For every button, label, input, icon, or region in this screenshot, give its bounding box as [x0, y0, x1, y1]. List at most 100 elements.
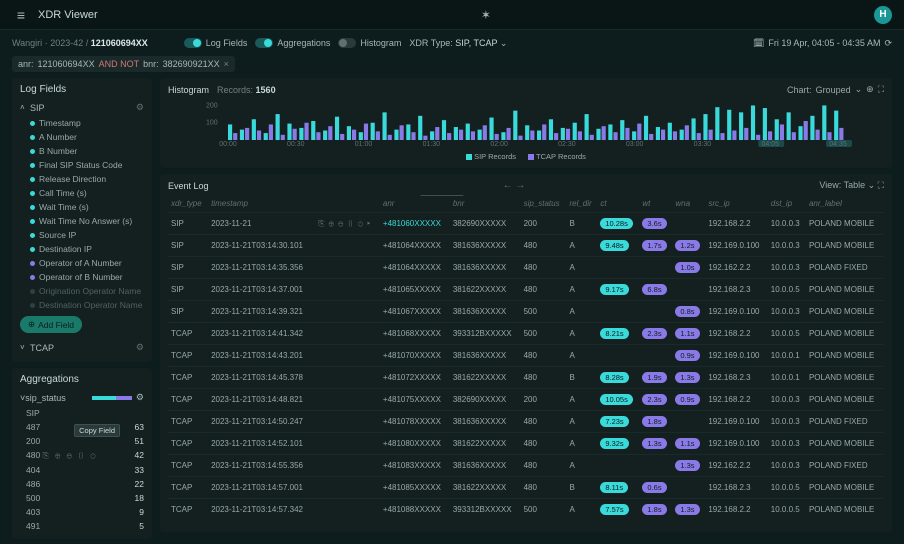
- col-wt[interactable]: wt: [639, 195, 672, 213]
- table-row[interactable]: SIP2023-11-21T03:14:37.001+481065XXXXX38…: [168, 279, 884, 301]
- field-item[interactable]: Operator of B Number: [20, 270, 144, 284]
- cell-actions[interactable]: [315, 389, 380, 411]
- avatar[interactable]: H: [874, 6, 892, 24]
- agg-row[interactable]: 480 ⎘ ⊕ ⊖ ▯ ⊙42: [20, 448, 144, 463]
- field-item[interactable]: Wait Time No Answer (s): [20, 214, 144, 228]
- agg-row[interactable]: 50018: [20, 491, 144, 505]
- col-timestamp[interactable]: timestamp: [208, 195, 315, 213]
- field-item[interactable]: Destination IP: [20, 242, 144, 256]
- table-row[interactable]: TCAP2023-11-21T03:14:48.821+481075XXXXX3…: [168, 389, 884, 411]
- cell-actions[interactable]: [315, 235, 380, 257]
- table-row[interactable]: TCAP2023-11-21T03:14:52.101+481080XXXXX3…: [168, 433, 884, 455]
- sip-section-head[interactable]: ˄SIP⚙: [20, 99, 144, 116]
- field-item[interactable]: Call Time (s): [20, 186, 144, 200]
- cell-actions[interactable]: [315, 433, 380, 455]
- agg-row[interactable]: 200Copy Field51: [20, 434, 144, 448]
- add-field-button[interactable]: ⊕Add Field: [20, 316, 82, 333]
- gear-icon[interactable]: ⚙: [136, 342, 144, 353]
- table-row[interactable]: TCAP2023-11-21T03:14:50.247+481078XXXXX3…: [168, 411, 884, 433]
- col-actions[interactable]: [315, 195, 380, 213]
- cell-actions[interactable]: [315, 301, 380, 323]
- cell-actions[interactable]: ⎘ ⊕ ⊖ ▯ ⊙ ▸: [315, 213, 380, 235]
- gear-icon[interactable]: ⚙: [136, 102, 144, 113]
- col-wna[interactable]: wna: [672, 195, 705, 213]
- table-row[interactable]: TCAP2023-11-21T03:14:55.356+481083XXXXX3…: [168, 455, 884, 477]
- field-item[interactable]: Timestamp: [20, 116, 144, 130]
- field-item[interactable]: Destination Operator Name: [20, 298, 144, 312]
- cell-wna: 1.1s: [672, 433, 705, 455]
- cell-wna: 1.1s: [672, 323, 705, 345]
- field-item[interactable]: Source IP: [20, 228, 144, 242]
- cell-actions[interactable]: [315, 477, 380, 499]
- cell-wna: 1.2s: [672, 235, 705, 257]
- menu-icon[interactable]: ≡: [12, 7, 30, 23]
- table-row[interactable]: SIP2023-11-21⎘ ⊕ ⊖ ▯ ⊙ ▸+481060XXXXX3826…: [168, 213, 884, 235]
- cell-rel-dir: A: [566, 345, 597, 367]
- expand-icon[interactable]: ⛶: [878, 180, 884, 190]
- agg-row[interactable]: 48622: [20, 477, 144, 491]
- refresh-icon[interactable]: ⟳: [884, 38, 892, 49]
- table-row[interactable]: TCAP2023-11-21T03:14:57.001+481085XXXXX3…: [168, 477, 884, 499]
- view-mode-dropdown[interactable]: View: Table ⌄ ⛶: [819, 180, 884, 191]
- agg-field-head[interactable]: ˅sip_status⚙: [20, 389, 144, 406]
- toggle-histogram[interactable]: Histogram: [338, 38, 401, 48]
- cell-actions[interactable]: [315, 411, 380, 433]
- field-item[interactable]: A Number: [20, 130, 144, 144]
- table-row[interactable]: TCAP2023-11-21T03:14:45.378+481072XXXXX3…: [168, 367, 884, 389]
- table-row[interactable]: TCAP2023-11-21T03:14:41.342+481068XXXXX3…: [168, 323, 884, 345]
- cell-actions[interactable]: [315, 257, 380, 279]
- col-bnr[interactable]: bnr: [450, 195, 521, 213]
- close-icon[interactable]: ×: [224, 59, 229, 69]
- cell-actions[interactable]: [315, 499, 380, 521]
- field-item[interactable]: Operator of A Number: [20, 256, 144, 270]
- pill-badge: 10.28s: [600, 218, 633, 229]
- col-sip_status[interactable]: sip_status: [521, 195, 567, 213]
- col-src_ip[interactable]: src_ip: [705, 195, 767, 213]
- col-xdr_type[interactable]: xdr_type: [168, 195, 208, 213]
- cell-wt: [639, 455, 672, 477]
- col-dst_ip[interactable]: dst_ip: [768, 195, 806, 213]
- field-item[interactable]: Origination Operator Name: [20, 284, 144, 298]
- svg-text:00:00: 00:00: [219, 141, 237, 147]
- table-row[interactable]: SIP2023-11-21T03:14:30.101+481064XXXXX38…: [168, 235, 884, 257]
- cell-anr-label: POLAND FIXED: [806, 411, 884, 433]
- zoom-icon[interactable]: ⊕: [866, 84, 874, 95]
- cell-actions[interactable]: [315, 345, 380, 367]
- agg-row[interactable]: 4039: [20, 505, 144, 519]
- toggle-aggregations[interactable]: Aggregations: [255, 38, 330, 48]
- cell-actions[interactable]: [315, 367, 380, 389]
- cell-actions[interactable]: [315, 279, 380, 301]
- tcap-section-head[interactable]: ˅TCAP⚙: [20, 339, 144, 356]
- cell-actions[interactable]: [315, 455, 380, 477]
- chart-mode-dropdown[interactable]: Chart: Grouped ⌄ ⊕ ⛶: [787, 84, 884, 95]
- table-row[interactable]: TCAP2023-11-21T03:14:57.342+481088XXXXX3…: [168, 499, 884, 521]
- column-nav-icon[interactable]: ← →: [503, 180, 526, 191]
- time-range-picker[interactable]: 🗓 Fri 19 Apr, 04:05 - 04:35 AM ⟳: [753, 38, 892, 49]
- expand-icon[interactable]: ⛶: [878, 84, 884, 95]
- field-item[interactable]: B Number: [20, 144, 144, 158]
- table-row[interactable]: TCAP2023-11-21T03:14:43.201+481070XXXXX3…: [168, 345, 884, 367]
- col-anr[interactable]: anrCopy Field: [380, 195, 450, 213]
- table-row[interactable]: SIP2023-11-21T03:14:35.356+481064XXXXX38…: [168, 257, 884, 279]
- xdr-type-dropdown[interactable]: XDR Type: SIP, TCAP ⌄: [409, 38, 507, 49]
- field-item[interactable]: Wait Time (s): [20, 200, 144, 214]
- field-label: Timestamp: [39, 118, 81, 128]
- field-item[interactable]: Final SIP Status Code: [20, 158, 144, 172]
- field-item[interactable]: Release Direction: [20, 172, 144, 186]
- field-label: Destination Operator Name: [39, 300, 142, 310]
- cell-rel-dir: A: [566, 257, 597, 279]
- agg-row[interactable]: 40433: [20, 463, 144, 477]
- agg-row[interactable]: SIP: [20, 406, 144, 420]
- toggle-log-fields[interactable]: Log Fields: [184, 38, 248, 48]
- filter-chip[interactable]: anr:121060694XX AND NOT bnr:382690921XX …: [12, 56, 235, 72]
- col-anr_label[interactable]: anr_label: [806, 195, 884, 213]
- histogram-chart[interactable]: 20010000:0000:3001:0001:3002:0002:3003:0…: [168, 97, 884, 147]
- col-rel_dir[interactable]: rel_dir: [566, 195, 597, 213]
- row-action-icons[interactable]: ⎘ ⊕ ⊖ ▯ ⊙ ▸: [318, 219, 371, 228]
- cell-actions[interactable]: [315, 323, 380, 345]
- gear-icon[interactable]: ⚙: [136, 392, 144, 403]
- agg-row[interactable]: 4915: [20, 519, 144, 533]
- table-row[interactable]: SIP2023-11-21T03:14:39.321+481067XXXXX38…: [168, 301, 884, 323]
- col-ct[interactable]: ct: [597, 195, 639, 213]
- row-action-icons[interactable]: ⎘ ⊕ ⊖ ▯ ⊙: [43, 451, 98, 460]
